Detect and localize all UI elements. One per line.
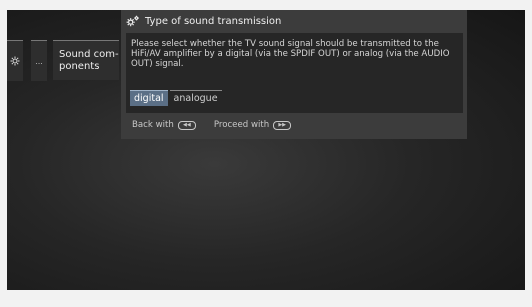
option-digital[interactable]: digital <box>130 90 168 106</box>
ellipsis-label: ... <box>35 56 43 66</box>
sound-components-label: Sound com- ponents <box>59 48 119 72</box>
tv-screen: ... Sound com- ponents Type of sound tra… <box>7 10 525 290</box>
dialog-title: Type of sound transmission <box>145 15 282 27</box>
breadcrumb: ... Sound com- ponents <box>7 40 119 81</box>
back-hint[interactable]: Back with ◀◀ <box>132 120 196 130</box>
dialog-body: Please select whether the TV sound signa… <box>126 33 463 113</box>
forward-key-icon: ▶▶ <box>273 120 292 130</box>
sound-transmission-dialog: Type of sound transmission Please select… <box>121 10 467 139</box>
proceed-hint[interactable]: Proceed with ▶▶ <box>213 120 292 130</box>
option-analogue[interactable]: analogue <box>169 90 222 106</box>
dialog-title-bar: Type of sound transmission <box>121 10 467 32</box>
gears-icon <box>126 15 139 27</box>
breadcrumb-sound-components[interactable]: Sound com- ponents <box>53 40 119 80</box>
back-label: Back with <box>132 120 174 130</box>
gear-icon <box>10 56 20 66</box>
proceed-label: Proceed with <box>213 120 270 130</box>
breadcrumb-ellipsis[interactable]: ... <box>31 40 47 81</box>
rewind-key-icon: ◀◀ <box>177 120 196 130</box>
breadcrumb-settings[interactable] <box>7 40 23 81</box>
dialog-footer: Back with ◀◀ Proceed with ▶▶ <box>132 120 292 130</box>
dialog-message: Please select whether the TV sound signa… <box>131 39 450 70</box>
sound-type-options: digital analogue <box>130 90 222 106</box>
